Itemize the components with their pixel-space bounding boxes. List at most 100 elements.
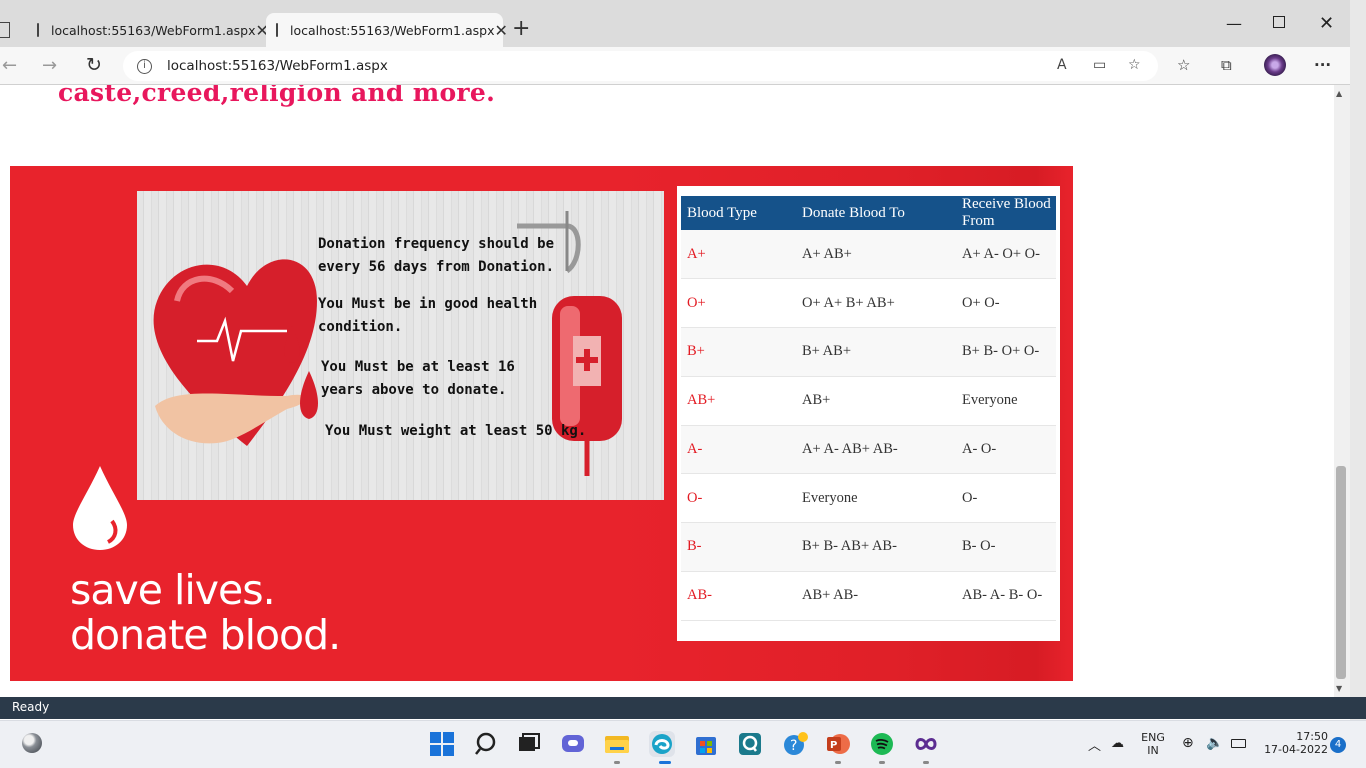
network-globe-icon[interactable]: ⊕ xyxy=(1182,735,1194,751)
language-indicator[interactable]: ENG IN xyxy=(1138,731,1168,757)
favorites-icon[interactable]: ☆ xyxy=(1177,56,1190,74)
donation-banner: Donation frequency should be every 56 da… xyxy=(10,166,1073,681)
svg-text:P: P xyxy=(830,740,837,751)
poster-line-1: Donation frequency should be xyxy=(318,236,555,252)
widgets-icon[interactable] xyxy=(22,733,42,753)
close-tab-icon[interactable]: ✕ xyxy=(494,21,507,40)
page-viewport: caste,creed,religion and more. Donation … xyxy=(0,85,1334,697)
table-header-row: Blood Type Donate Blood To Receive Blood… xyxy=(681,196,1056,230)
notification-badge[interactable]: 4 xyxy=(1330,737,1346,753)
poster-line-4: condition. xyxy=(318,319,403,335)
cell-blood-type: A- xyxy=(681,425,794,475)
svg-text:?: ? xyxy=(790,738,797,754)
running-indicator xyxy=(614,761,620,764)
address-toolbar: ← → ↻ i localhost:55163/WebForm1.aspx A … xyxy=(0,47,1366,85)
page-icon xyxy=(276,23,278,37)
cell-blood-type: AB- xyxy=(681,571,794,621)
running-indicator xyxy=(923,761,929,764)
status-bar: Ready xyxy=(0,697,1366,719)
file-explorer-icon[interactable] xyxy=(604,731,630,757)
table-row: A+ A+ AB+ A+ A- O+ O- xyxy=(681,230,1056,280)
cell-blood-type: B+ xyxy=(681,327,794,377)
heading-fragment: caste,creed,religion and more. xyxy=(58,85,496,107)
tab-1-title: localhost:55163/WebForm1.aspx xyxy=(51,22,256,38)
cell-receive-from: O+ O- xyxy=(956,278,1056,328)
white-drop-icon xyxy=(73,466,127,550)
clock-time: 17:50 xyxy=(1296,730,1328,743)
read-aloud-icon[interactable]: A xyxy=(1057,57,1067,73)
chevron-up-icon[interactable]: ︿ xyxy=(1088,735,1101,754)
microsoft-store-icon[interactable] xyxy=(693,731,719,757)
donation-poster: Donation frequency should be every 56 da… xyxy=(137,191,664,500)
app-available-icon[interactable]: ▭ xyxy=(1093,57,1106,73)
header-receive-from: Receive Blood From xyxy=(956,196,1056,230)
teams-chat-icon[interactable] xyxy=(560,731,586,757)
slogan-line-1: save lives. xyxy=(70,566,276,614)
blood-compatibility-card: Blood Type Donate Blood To Receive Blood… xyxy=(677,186,1060,641)
search-icon[interactable] xyxy=(474,731,500,757)
powerpoint-icon[interactable]: P xyxy=(825,731,851,757)
poster-line-7: You Must weight at least 50 kg. xyxy=(325,423,587,439)
clock[interactable]: 17:50 17-04-2022 xyxy=(1258,730,1328,756)
maximize-button[interactable] xyxy=(1273,16,1285,28)
window-icon xyxy=(0,22,10,38)
onedrive-cloud-icon[interactable]: ☁ xyxy=(1111,736,1124,751)
cell-blood-type: O- xyxy=(681,473,794,523)
url-text: localhost:55163/WebForm1.aspx xyxy=(167,58,388,74)
browser-tab-bar: localhost:55163/WebForm1.aspx ✕ localhos… xyxy=(0,0,1366,47)
address-field[interactable]: i localhost:55163/WebForm1.aspx A ▭ ☆ xyxy=(123,51,1158,81)
back-arrow-icon[interactable]: ← xyxy=(2,55,17,76)
volume-icon[interactable]: 🔈 xyxy=(1206,735,1223,751)
cell-donate-to: Everyone xyxy=(794,473,956,523)
spotify-icon[interactable] xyxy=(869,731,895,757)
cell-donate-to: O+ A+ B+ AB+ xyxy=(794,278,956,328)
scroll-up-arrow[interactable]: ▲ xyxy=(1336,89,1342,98)
cell-blood-type: AB+ xyxy=(681,376,794,426)
page-icon xyxy=(37,23,39,37)
poster-line-6: years above to donate. xyxy=(321,382,507,398)
clock-date: 17-04-2022 xyxy=(1264,743,1328,756)
blood-drop-icon xyxy=(300,371,318,419)
battery-icon[interactable] xyxy=(1231,739,1246,748)
forward-arrow-icon[interactable]: → xyxy=(42,55,57,76)
close-window-button[interactable]: ✕ xyxy=(1319,13,1334,34)
table-row: O+ O+ A+ B+ AB+ O+ O- xyxy=(681,278,1056,328)
favorite-star-icon[interactable]: ☆ xyxy=(1128,57,1141,73)
windows-taskbar: ? P ︿ ☁ ENG IN ⊕ 🔈 17:50 17-04-2022 4 xyxy=(0,720,1366,768)
header-donate-to: Donate Blood To xyxy=(794,196,956,230)
minimize-button[interactable]: — xyxy=(1226,14,1242,33)
collections-icon[interactable]: ⧉ xyxy=(1221,56,1232,74)
start-windows-icon[interactable] xyxy=(429,731,455,757)
cell-receive-from: AB- A- B- O- xyxy=(956,571,1056,621)
table-row: A- A+ A- AB+ AB- A- O- xyxy=(681,425,1056,475)
new-tab-button[interactable]: + xyxy=(512,16,530,41)
table-row: O- Everyone O- xyxy=(681,473,1056,523)
tab-2-active[interactable]: localhost:55163/WebForm1.aspx ✕ xyxy=(266,13,508,47)
get-help-icon[interactable]: ? xyxy=(782,731,808,757)
teal-app-icon[interactable] xyxy=(737,731,763,757)
table-row: B- B+ B- AB+ AB- B- O- xyxy=(681,522,1056,572)
hand-icon xyxy=(155,393,306,444)
site-info-icon[interactable]: i xyxy=(137,58,152,74)
slogan-line-2: donate blood. xyxy=(70,611,341,659)
cell-donate-to: AB+ xyxy=(794,376,956,426)
cell-receive-from: B- O- xyxy=(956,522,1056,572)
edge-browser-icon[interactable] xyxy=(649,731,675,757)
active-indicator xyxy=(659,761,671,764)
scroll-down-arrow[interactable]: ▼ xyxy=(1336,684,1342,693)
tab-1[interactable]: localhost:55163/WebForm1.aspx ✕ xyxy=(27,13,269,47)
scrollbar-thumb[interactable] xyxy=(1336,466,1346,679)
tab-2-title: localhost:55163/WebForm1.aspx xyxy=(290,22,495,38)
table-row: B+ B+ AB+ B+ B- O+ O- xyxy=(681,327,1056,377)
cell-donate-to: B+ AB+ xyxy=(794,327,956,377)
cell-blood-type: A+ xyxy=(681,230,794,280)
profile-avatar[interactable] xyxy=(1264,54,1286,76)
visual-studio-icon[interactable] xyxy=(913,731,939,757)
cell-blood-type: B- xyxy=(681,522,794,572)
refresh-icon[interactable]: ↻ xyxy=(86,54,102,76)
more-menu-icon[interactable]: ··· xyxy=(1314,56,1331,74)
cell-receive-from: A- O- xyxy=(956,425,1056,475)
cell-receive-from: O- xyxy=(956,473,1056,523)
cell-receive-from: B+ B- O+ O- xyxy=(956,327,1056,377)
task-view-icon[interactable] xyxy=(516,731,542,757)
